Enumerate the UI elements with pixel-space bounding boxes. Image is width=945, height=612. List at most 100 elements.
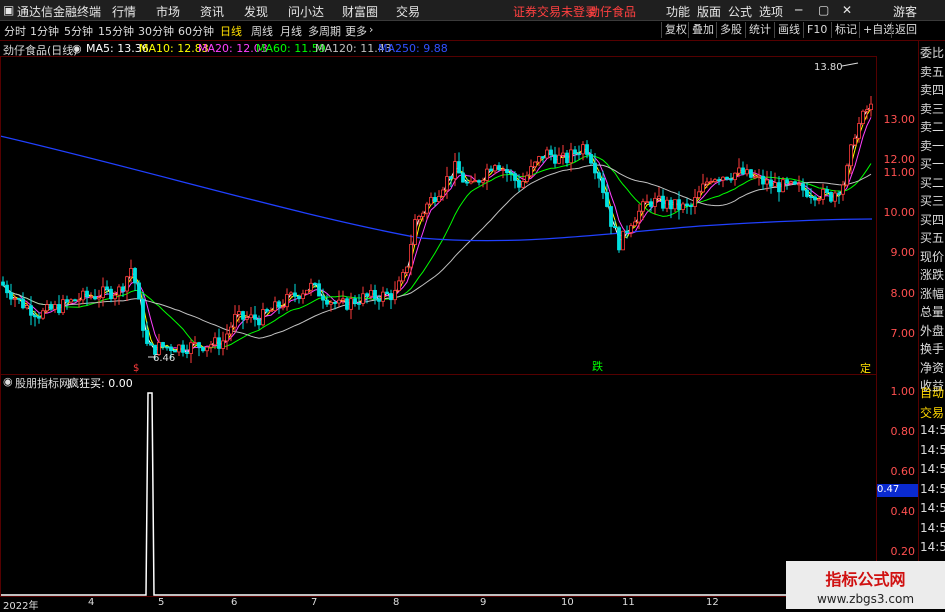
- quote-label: 14:56: [920, 540, 945, 554]
- y-tick: 12.00: [883, 153, 916, 166]
- candle-body: [745, 169, 749, 175]
- candle-body: [461, 172, 465, 183]
- tab-multi-period[interactable]: 多周期: [308, 23, 341, 39]
- maximize-icon[interactable]: ▢: [818, 3, 829, 17]
- candle-body: [177, 344, 181, 353]
- menu-wealth[interactable]: 财富圈: [342, 3, 378, 20]
- btn-draw[interactable]: 画线: [774, 22, 803, 38]
- y-tick: 10.00: [883, 206, 916, 219]
- minimize-icon[interactable]: ─: [795, 3, 802, 17]
- menu-quotes[interactable]: 行情: [112, 3, 136, 20]
- trade-login-notice[interactable]: 证券交易未登录: [513, 3, 597, 20]
- signal-marker-buy: $: [133, 363, 139, 374]
- tab-60min[interactable]: 60分钟: [178, 23, 214, 39]
- candle-body: [457, 161, 461, 174]
- candle-body: [445, 176, 449, 191]
- candle-body: [121, 286, 125, 292]
- quote-label: 外盘: [920, 323, 945, 338]
- quote-label: 净资: [920, 360, 945, 375]
- tab-30min[interactable]: 30分钟: [138, 23, 174, 39]
- menu-trade[interactable]: 交易: [396, 3, 420, 20]
- indicator-chart[interactable]: [0, 391, 876, 596]
- candle-body: [369, 289, 373, 297]
- candle-body: [825, 188, 829, 193]
- user-label[interactable]: 游客: [893, 3, 917, 20]
- menu-layout[interactable]: 版面: [697, 3, 721, 20]
- tab-weekly[interactable]: 周线: [251, 23, 273, 39]
- candle-body: [93, 296, 97, 300]
- candle-body: [585, 144, 589, 155]
- btn-back[interactable]: 返回: [891, 22, 920, 38]
- x-tick: 6: [231, 597, 238, 608]
- btn-multi-stock[interactable]: 多股: [716, 22, 745, 38]
- site-watermark: 指标公式网 www.zbgs3.com: [786, 561, 945, 609]
- candle-body: [89, 296, 93, 299]
- candle-body: [77, 299, 81, 302]
- candle-body: [469, 180, 473, 184]
- candle-body: [413, 219, 417, 245]
- tab-monthly[interactable]: 月线: [280, 23, 302, 39]
- period-tab-bar: 分时 1分钟 5分钟 15分钟 30分钟 60分钟 日线 周线 月线 多周期 更…: [0, 21, 945, 41]
- candle-body: [117, 286, 121, 296]
- candle-body: [141, 298, 145, 331]
- candle-body: [165, 346, 169, 349]
- stock-link[interactable]: 劲仔食品: [588, 3, 636, 20]
- menu-function[interactable]: 功能: [666, 3, 690, 20]
- candle-body: [13, 298, 17, 300]
- menu-news[interactable]: 资讯: [200, 3, 224, 20]
- menu-market[interactable]: 市场: [156, 3, 180, 20]
- tab-5min[interactable]: 5分钟: [64, 23, 93, 39]
- candle-body: [357, 302, 361, 305]
- candle-body: [25, 305, 29, 309]
- candle-body: [169, 346, 173, 352]
- main-y-axis: 13.00 12.00 11.00 10.00 9.00 8.00 7.00: [876, 56, 918, 374]
- candle-body: [813, 196, 817, 201]
- candle-body: [733, 172, 737, 181]
- kline-chart[interactable]: 13.80 6.46 $ 跌 定: [0, 56, 876, 374]
- candle-body: [185, 351, 189, 354]
- candle-body: [221, 340, 225, 349]
- candle-body: [645, 201, 649, 204]
- high-price-label: 13.80: [814, 62, 843, 73]
- btn-f10[interactable]: F10: [803, 22, 830, 38]
- candle-body: [821, 188, 825, 200]
- candle-body: [193, 342, 197, 345]
- btn-stats[interactable]: 统计: [745, 22, 774, 38]
- candle-body: [433, 197, 437, 203]
- tab-more[interactable]: 更多: [345, 23, 367, 39]
- tab-daily[interactable]: 日线: [220, 23, 242, 39]
- btn-overlay[interactable]: 叠加: [688, 22, 717, 38]
- candle-body: [809, 196, 813, 198]
- candle-body: [769, 179, 773, 187]
- candle-body: [409, 244, 413, 268]
- quote-label: 换手: [920, 342, 945, 356]
- candle-body: [665, 199, 669, 209]
- chevron-right-icon[interactable]: ›: [369, 23, 373, 36]
- btn-mark[interactable]: 标记: [831, 22, 860, 38]
- menu-discover[interactable]: 发现: [244, 3, 268, 20]
- quote-label: 14:56: [920, 481, 945, 496]
- y-tick: 0.20: [890, 545, 916, 558]
- menu-ask[interactable]: 问小达: [288, 3, 324, 20]
- tab-15min[interactable]: 15分钟: [98, 23, 134, 39]
- settings-dot-icon[interactable]: ◉: [3, 375, 13, 388]
- menu-formula[interactable]: 公式: [728, 3, 752, 20]
- candle-body: [265, 309, 269, 312]
- candle-body: [257, 318, 261, 326]
- candle-body: [549, 149, 553, 156]
- candle-body: [57, 304, 61, 314]
- candle-body: [365, 293, 369, 297]
- candle-body: [253, 314, 257, 320]
- candle-body: [269, 310, 273, 313]
- menu-options[interactable]: 选项: [759, 3, 783, 20]
- candle-body: [697, 191, 701, 198]
- close-icon[interactable]: ✕: [842, 3, 852, 17]
- candle-body: [397, 280, 401, 291]
- watermark-title: 指标公式网: [825, 570, 906, 589]
- low-price-label: 6.46: [153, 353, 175, 364]
- btn-adjust[interactable]: 复权: [661, 22, 690, 38]
- tab-minute[interactable]: 分时: [4, 23, 26, 39]
- candle-body: [209, 344, 213, 348]
- tab-1min[interactable]: 1分钟: [30, 23, 59, 39]
- settings-dot-icon[interactable]: ◉: [72, 42, 82, 55]
